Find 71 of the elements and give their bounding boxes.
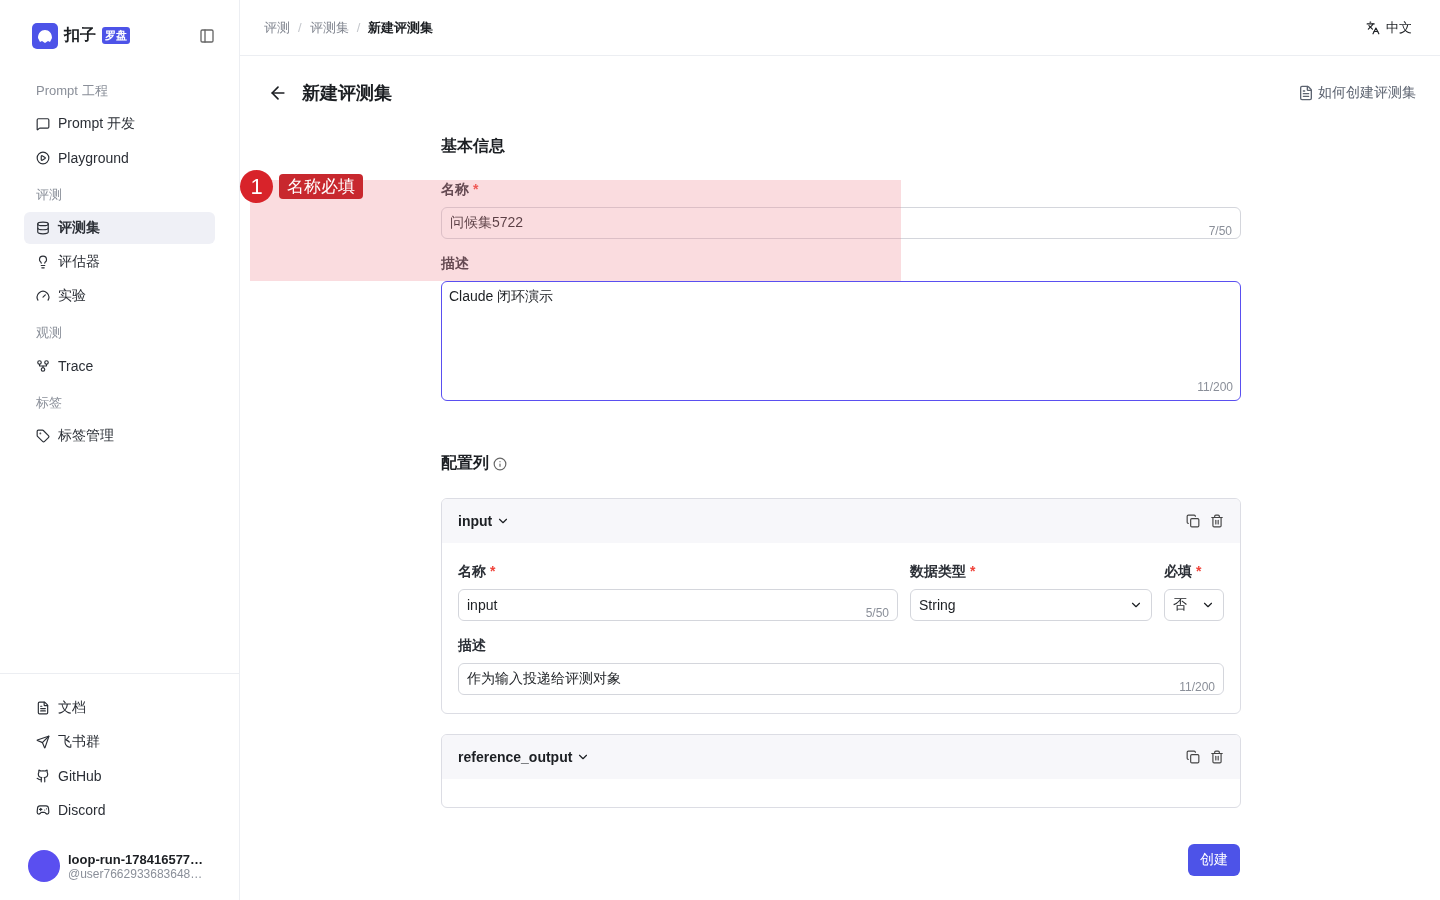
required-mark: * (1196, 563, 1202, 579)
delete-icon[interactable] (1210, 750, 1224, 764)
section-heading: 配置列 (441, 453, 489, 473)
nav-item[interactable]: 评测集 (24, 212, 215, 244)
paper-plane-icon (36, 735, 50, 749)
language-label[interactable]: 中文 (1386, 18, 1412, 37)
field-label: 描述 (441, 255, 470, 273)
required-select[interactable]: 否 (1164, 589, 1224, 621)
required-mark: * (473, 181, 479, 197)
help-link[interactable]: 如何创建评测集 (1298, 84, 1416, 102)
breadcrumb-separator: / (298, 20, 302, 35)
name-field[interactable]: 问候集5722 7/50 (441, 207, 1241, 239)
nav-item[interactable]: Prompt 开发 (24, 108, 215, 140)
annotation-label: 名称必填 (279, 174, 363, 199)
database-icon (36, 221, 50, 235)
page-title: 新建评测集 (302, 82, 392, 105)
section-heading: 基本信息 (441, 136, 506, 156)
footer-link[interactable]: 文档 (24, 692, 215, 724)
chat-bubble-icon (36, 117, 50, 131)
column-description-field[interactable]: 作为输入投递给评测对象 11/200 (458, 663, 1224, 695)
copy-icon[interactable] (1186, 750, 1200, 764)
translate-icon (1366, 20, 1380, 35)
nav-item[interactable]: 标签管理 (24, 420, 215, 452)
user-handle: @user7662933683648… (68, 866, 204, 881)
footer-link[interactable]: GitHub (24, 760, 215, 792)
document-icon (1298, 85, 1314, 101)
brand-name: 扣子 (64, 25, 96, 45)
user-name: loop-run-178416577… (68, 851, 204, 867)
breadcrumb-link[interactable]: 新建评测集 (368, 18, 434, 37)
copy-icon[interactable] (1186, 514, 1200, 528)
play-icon (36, 151, 50, 165)
field-label: 数据类型 * (910, 563, 977, 581)
nav-item[interactable]: Playground (24, 142, 215, 174)
field-label: 描述 (458, 637, 487, 655)
user-avatar[interactable] (28, 850, 60, 882)
nav-item[interactable]: 实验 (24, 280, 215, 312)
sidebar-toggle-icon[interactable] (199, 27, 215, 44)
delete-icon[interactable] (1210, 514, 1224, 528)
nav-group-title: 评测 (35, 186, 63, 204)
lightbulb-icon (36, 255, 50, 269)
field-label: 名称 * (458, 563, 497, 581)
field-label: 名称 * (441, 181, 480, 199)
nav-group-title: 标签 (35, 394, 63, 412)
footer-link[interactable]: Discord (24, 794, 215, 826)
breadcrumb-separator: / (356, 20, 361, 35)
document-icon (36, 701, 50, 715)
footer-link[interactable]: 飞书群 (24, 726, 215, 758)
brand-badge: 罗盘 (102, 27, 130, 44)
field-label: 必填 * (1164, 563, 1203, 581)
type-select[interactable]: String (910, 589, 1152, 621)
nav-group-title: 观测 (35, 324, 63, 342)
gamepad-icon (36, 803, 50, 817)
nav-item[interactable]: 评估器 (24, 246, 215, 278)
branch-icon (36, 359, 50, 373)
nav-item[interactable]: Trace (24, 350, 215, 382)
breadcrumb-link[interactable]: 评测集 (309, 18, 349, 37)
description-field[interactable]: Claude 闭环演示 11/200 (441, 281, 1241, 401)
create-button[interactable]: 创建 (1188, 844, 1240, 876)
nav-group-title: Prompt 工程 (35, 82, 109, 100)
column-name-field[interactable]: input 5/50 (458, 589, 898, 621)
breadcrumb-link[interactable]: 评测 (264, 18, 290, 37)
column-title[interactable]: input (458, 513, 511, 529)
tag-icon (36, 429, 50, 443)
info-icon[interactable] (493, 456, 507, 471)
github-icon (36, 769, 50, 783)
annotation-number: 1 (240, 170, 273, 203)
column-title[interactable]: reference_output (458, 749, 591, 765)
required-mark: * (490, 563, 496, 579)
required-mark: * (970, 563, 976, 579)
gauge-icon (36, 289, 50, 303)
logo-icon (32, 22, 58, 49)
